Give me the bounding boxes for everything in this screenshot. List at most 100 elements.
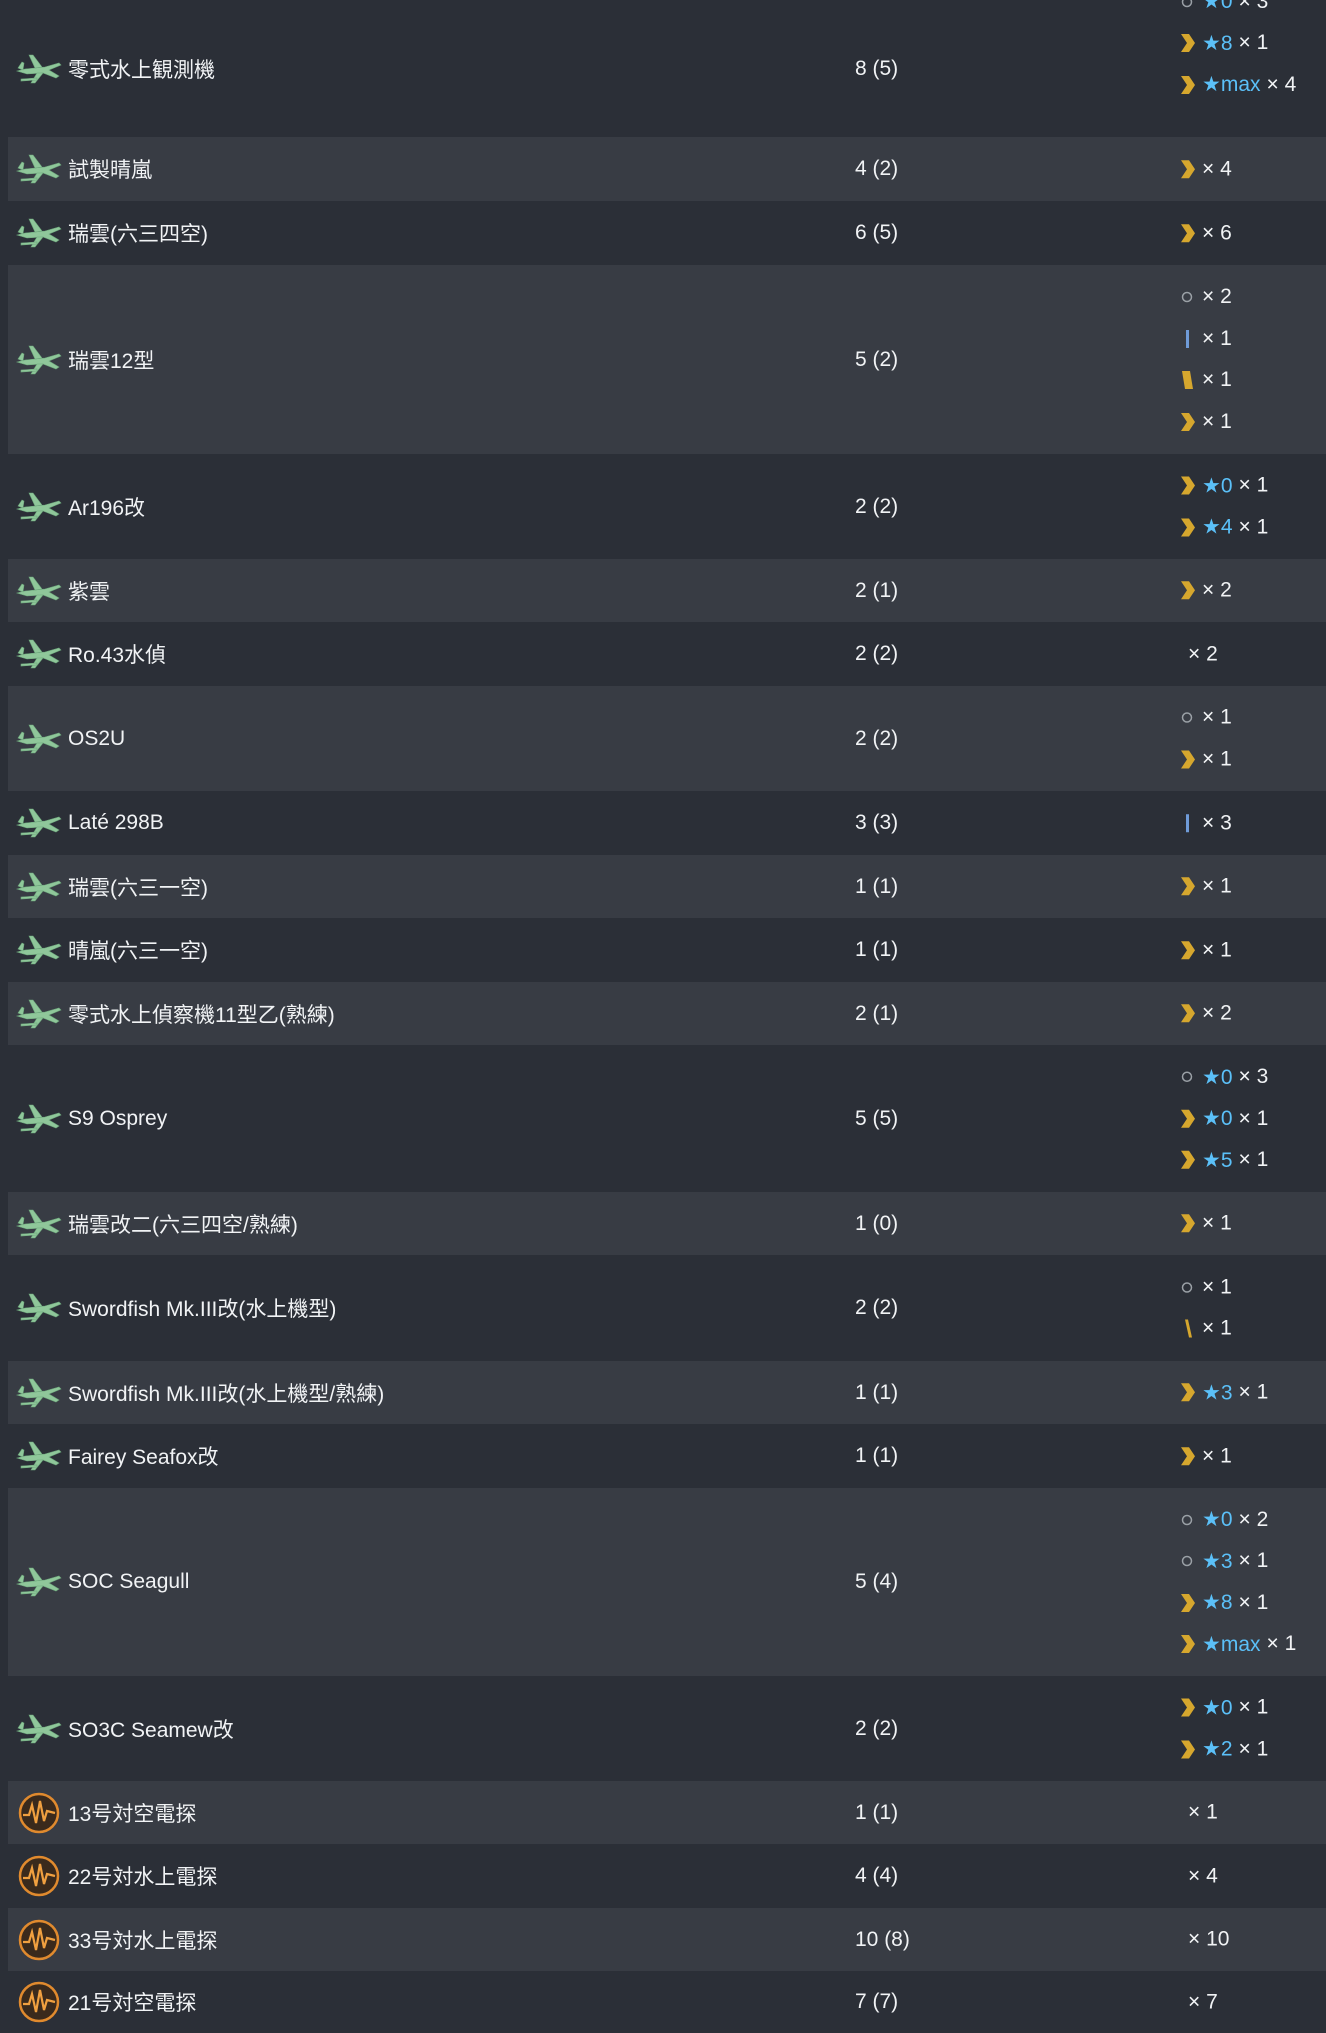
radar-icon [14,1790,64,1836]
improvement-level: ★0 [1202,1508,1233,1532]
table-row[interactable]: 零式水上偵察機11型乙(熟練) 2 (1) × 2 [8,982,1326,1045]
seaplane-icon [14,1433,64,1479]
table-row[interactable]: 瑞雲改二(六三四空/熟練) 1 (0) × 1 [8,1192,1326,1255]
table-row[interactable]: 13号対空電探 1 (1) × 1 [8,1781,1326,1844]
quantity: × 2 [1202,285,1232,309]
quantity: × 1 [1238,31,1269,55]
radar-icon [14,1979,64,2025]
table-row[interactable]: 瑞雲(六三四空) 6 (5) × 6 [8,201,1326,265]
proficiency-entry: ★8 × 1 [1178,23,1296,65]
equipment-name: 瑞雲(六三一空) [68,876,208,900]
quantity: × 10 [1188,1927,1230,1951]
seaplane-icon [14,1285,64,1331]
equipment-count: 1 (1) [855,1800,899,1824]
quantity: × 3 [1202,811,1232,834]
table-row[interactable]: 33号対水上電探 10 (8) × 10 [8,1908,1326,1971]
table-row[interactable]: Ar196改 2 (2) ★0 × 1 ★4 × 1 [8,454,1326,559]
proficiency-entry: ★0 × 1 [1178,465,1268,507]
table-row[interactable]: Laté 298B 3 (3) × 3 [8,791,1326,855]
proficiency-entry: × 1 [1178,1308,1232,1350]
table-row[interactable]: 瑞雲(六三一空) 1 (1) × 1 [8,855,1326,918]
seaplane-icon [14,1201,64,1247]
table-row[interactable]: Ro.43水偵 2 (2) × 2 [8,622,1326,686]
table-row[interactable]: 瑞雲12型 5 (2) × 2 × 1 × 1 × 1 [8,265,1326,454]
equipment-name: OS2U [68,726,126,750]
equipment-name: 試製晴嵐 [68,159,152,182]
proficiency-entry: ★4 × 1 [1178,507,1268,549]
equipment-count: 2 (2) [855,642,899,665]
max-chevron-icon [1178,1147,1198,1173]
max-chevron-icon [1178,1211,1198,1237]
equipment-name: 瑞雲(六三四空) [68,223,208,246]
max-chevron-icon [1178,30,1198,56]
table-row[interactable]: 晴嵐(六三一空) 1 (1) × 1 [8,918,1326,982]
equipment-name: 21号対空電探 [68,1992,197,2015]
quantity: × 1 [1202,1444,1232,1467]
quantity: × 1 [1188,1800,1218,1824]
blue-bar-icon [1178,810,1198,836]
table-row[interactable]: Swordfish Mk.III改(水上機型) 2 (2) × 1 × 1 [8,1255,1326,1361]
table-row[interactable]: 21号対空電探 7 (7) × 7 [8,1971,1326,2033]
table-row[interactable]: SOC Seagull 5 (4) ★0 × 2 ★3 × 1 ★8 × 1 ★max × 1 [8,1488,1326,1676]
equipment-count: 5 (4) [855,1570,899,1593]
improvement-level: ★max [1202,1632,1261,1656]
blank-icon [1178,1927,1184,1953]
max-chevron-icon [1178,72,1198,98]
table-row[interactable]: 22号対水上電探 4 (4) × 4 [8,1844,1326,1908]
proficiency-entry: ★3 × 1 [1178,1372,1268,1414]
gold-block-icon [1178,367,1198,393]
equipment-count: 3 (3) [855,811,899,834]
equipment-name: Ar196改 [68,496,146,520]
proficiency-list: × 1 [1178,1203,1232,1245]
none-mark-icon [1178,1507,1198,1533]
none-mark-icon [1178,705,1198,731]
proficiency-list: × 6 [1178,212,1232,254]
quantity: × 2 [1202,578,1232,602]
table-row[interactable]: 零式水上観測機 8 (5) ★0 × 3 ★8 × 1 ★max × 4 [8,0,1326,137]
seaplane-icon [14,337,64,383]
equipment-name: 33号対水上電探 [68,1929,218,1953]
proficiency-entry: ★5 × 1 [1178,1139,1268,1181]
proficiency-list: × 10 [1178,1919,1229,1961]
quantity: × 3 [1238,1065,1269,1088]
seaplane-icon [14,568,64,614]
proficiency-list: × 3 [1178,802,1232,844]
blank-icon [1178,1989,1184,2015]
quantity: × 1 [1266,1632,1297,1656]
equipment-count: 2 (2) [855,1296,899,1319]
proficiency-list: × 1 [1178,866,1232,908]
proficiency-entry: × 1 [1178,929,1232,971]
max-chevron-icon [1178,1695,1198,1721]
max-chevron-icon [1178,156,1198,182]
table-row[interactable]: SO3C Seamew改 2 (2) ★0 × 1 ★2 × 1 [8,1676,1326,1781]
blank-icon [1178,1863,1184,1889]
quantity: × 2 [1188,642,1218,665]
improvement-level: ★3 [1202,1381,1233,1404]
equipment-count: 4 (2) [855,157,899,180]
proficiency-entry: × 1 [1178,360,1232,402]
proficiency-entry: × 3 [1178,802,1232,844]
proficiency-list: ★3 × 1 [1178,1372,1268,1414]
table-row[interactable]: Swordfish Mk.III改(水上機型/熟練) 1 (1) ★3 × 1 [8,1361,1326,1424]
proficiency-list: × 1 [1178,1435,1232,1477]
table-row[interactable]: 試製晴嵐 4 (2) × 4 [8,137,1326,201]
quantity: × 6 [1202,221,1232,244]
proficiency-entry: × 1 [1178,1792,1218,1834]
proficiency-list: ★0 × 1 ★4 × 1 [1178,465,1268,548]
equipment-count: 6 (5) [855,221,899,244]
seaplane-icon [14,146,64,192]
quantity: × 1 [1202,409,1232,433]
table-row[interactable]: S9 Osprey 5 (5) ★0 × 3 ★0 × 1 ★5 × 1 [8,1045,1326,1192]
equipment-name: 零式水上観測機 [68,58,215,82]
table-row[interactable]: Fairey Seafox改 1 (1) × 1 [8,1424,1326,1488]
blank-icon [1178,1800,1184,1826]
quantity: × 1 [1238,1590,1269,1614]
proficiency-entry: × 1 [1178,401,1232,443]
equipment-count: 2 (2) [855,1716,899,1740]
table-row[interactable]: 紫雲 2 (1) × 2 [8,559,1326,622]
improvement-level: ★0 [1202,1696,1233,1720]
proficiency-entry: × 2 [1178,570,1232,612]
equipment-count: 7 (7) [855,1990,899,2013]
table-row[interactable]: OS2U 2 (2) × 1 × 1 [8,686,1326,791]
quantity: × 1 [1202,326,1232,350]
